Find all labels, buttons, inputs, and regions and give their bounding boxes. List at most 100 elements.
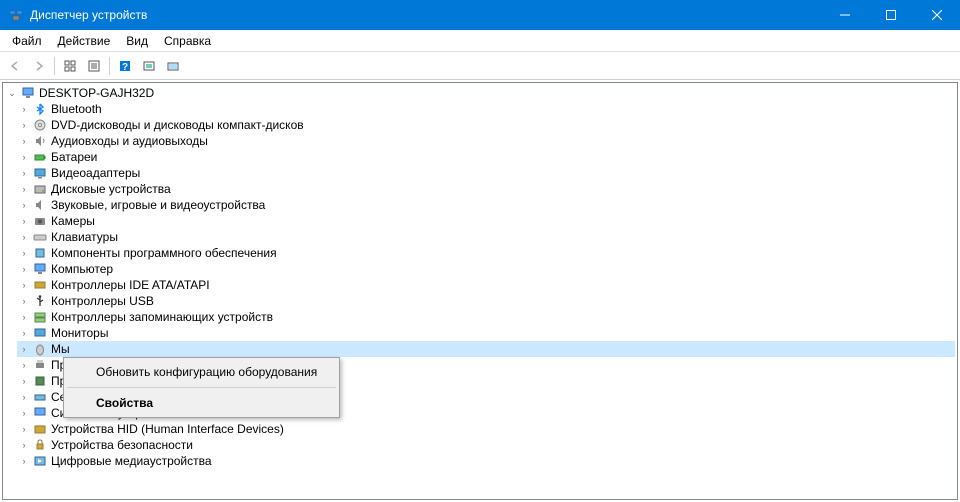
tree-root-label: DESKTOP-GAJH32D bbox=[39, 85, 154, 101]
forward-button[interactable] bbox=[28, 55, 50, 77]
tree-item-usb-controllers[interactable]: › Контроллеры USB bbox=[17, 293, 955, 309]
expand-icon[interactable]: › bbox=[17, 374, 31, 388]
network-icon bbox=[32, 389, 48, 405]
monitor-icon bbox=[32, 325, 48, 341]
tree-item-monitors[interactable]: › Мониторы bbox=[17, 325, 955, 341]
tree-root[interactable]: ⌄ DESKTOP-GAJH32D bbox=[5, 85, 955, 101]
show-hidden-button[interactable] bbox=[59, 55, 81, 77]
app-icon bbox=[8, 7, 24, 23]
disc-icon bbox=[32, 117, 48, 133]
tree-item-hid[interactable]: › Устройства HID (Human Interface Devices… bbox=[17, 421, 955, 437]
tree-item-dvd[interactable]: ›DVD-дисководы и дисководы компакт-диско… bbox=[17, 117, 955, 133]
pc-icon bbox=[32, 261, 48, 277]
tree-item-label: Bluetooth bbox=[51, 101, 102, 117]
scan-button[interactable] bbox=[138, 55, 160, 77]
tree-item-digital-media[interactable]: › Цифровые медиаустройства bbox=[17, 453, 955, 469]
expand-icon[interactable]: › bbox=[17, 278, 31, 292]
expand-icon[interactable]: › bbox=[17, 166, 31, 180]
context-menu-refresh[interactable]: Обновить конфигурацию оборудования bbox=[66, 360, 337, 384]
context-menu-separator bbox=[67, 387, 336, 388]
expand-icon[interactable]: › bbox=[17, 294, 31, 308]
menu-view[interactable]: Вид bbox=[118, 32, 156, 50]
computer-icon bbox=[20, 85, 36, 101]
tree-item-label: Мы bbox=[51, 341, 70, 357]
tree-item-security-devices[interactable]: › Устройства безопасности bbox=[17, 437, 955, 453]
expand-icon[interactable]: › bbox=[17, 118, 31, 132]
component-icon bbox=[32, 245, 48, 261]
tree-item-label: Батареи bbox=[51, 149, 97, 165]
tree-item-cameras[interactable]: › Камеры bbox=[17, 213, 955, 229]
tree-item-label: Компоненты программного обеспечения bbox=[51, 245, 277, 261]
tree-item-mice[interactable]: › Мы bbox=[17, 341, 955, 357]
tree-item-label: Камеры bbox=[51, 213, 95, 229]
tree-item-keyboards[interactable]: ›Клавиатуры bbox=[17, 229, 955, 245]
titlebar-buttons bbox=[822, 0, 960, 30]
maximize-button[interactable] bbox=[868, 0, 914, 30]
device-tree-panel: ⌄ DESKTOP-GAJH32D › Bluetooth ›DVD-дисков… bbox=[2, 82, 958, 500]
expand-icon[interactable]: › bbox=[17, 422, 31, 436]
toolbar-separator bbox=[109, 57, 110, 75]
expand-icon[interactable]: › bbox=[17, 406, 31, 420]
expand-icon[interactable]: › bbox=[17, 358, 31, 372]
expand-icon[interactable]: › bbox=[17, 454, 31, 468]
menu-action[interactable]: Действие bbox=[50, 32, 119, 50]
tree-item-batteries[interactable]: › Батареи bbox=[17, 149, 955, 165]
expand-icon[interactable]: › bbox=[17, 326, 31, 340]
expand-icon[interactable]: ⌄ bbox=[5, 86, 19, 100]
tree-item-label: Звуковые, игровые и видеоустройства bbox=[51, 197, 265, 213]
expand-icon[interactable]: › bbox=[17, 230, 31, 244]
expand-icon[interactable]: › bbox=[17, 438, 31, 452]
keyboard-icon bbox=[32, 229, 48, 245]
close-button[interactable] bbox=[914, 0, 960, 30]
tree-item-software-components[interactable]: › Компоненты программного обеспечения bbox=[17, 245, 955, 261]
mouse-icon bbox=[32, 341, 48, 357]
svg-text:?: ? bbox=[122, 62, 128, 73]
disk-icon bbox=[32, 181, 48, 197]
expand-icon[interactable]: › bbox=[17, 182, 31, 196]
minimize-button[interactable] bbox=[822, 0, 868, 30]
tree-item-label: Цифровые медиаустройства bbox=[51, 453, 212, 469]
properties-button[interactable] bbox=[83, 55, 105, 77]
tree-item-bluetooth[interactable]: › Bluetooth bbox=[17, 101, 955, 117]
menu-help[interactable]: Справка bbox=[156, 32, 219, 50]
tree-item-computer[interactable]: › Компьютер bbox=[17, 261, 955, 277]
expand-icon[interactable]: › bbox=[17, 262, 31, 276]
expand-icon[interactable]: › bbox=[17, 150, 31, 164]
back-button[interactable] bbox=[4, 55, 26, 77]
cpu-icon bbox=[32, 373, 48, 389]
expand-icon[interactable]: › bbox=[17, 214, 31, 228]
expand-icon[interactable]: › bbox=[17, 102, 31, 116]
tree-item-label: Контроллеры IDE ATA/ATAPI bbox=[51, 277, 210, 293]
expand-icon[interactable]: › bbox=[17, 310, 31, 324]
tree-item-label: Устройства HID (Human Interface Devices) bbox=[51, 421, 284, 437]
tree-item-storage-controllers[interactable]: › Контроллеры запоминающих устройств bbox=[17, 309, 955, 325]
tree-item-audio-io[interactable]: › Аудиовходы и аудиовыходы bbox=[17, 133, 955, 149]
tree-item-label: Видеоадаптеры bbox=[51, 165, 140, 181]
tree-item-label: Аудиовходы и аудиовыходы bbox=[51, 133, 208, 149]
tree-item-label: Контроллеры USB bbox=[51, 293, 154, 309]
bluetooth-icon bbox=[32, 101, 48, 117]
toolbar-separator bbox=[54, 57, 55, 75]
expand-icon[interactable]: › bbox=[17, 134, 31, 148]
tree-item-disk-drives[interactable]: ›Дисковые устройства bbox=[17, 181, 955, 197]
context-menu-properties[interactable]: Свойства bbox=[66, 391, 337, 415]
tree-item-label: Компьютер bbox=[51, 261, 113, 277]
help-button[interactable]: ? bbox=[114, 55, 136, 77]
expand-icon[interactable]: › bbox=[17, 342, 31, 356]
security-icon bbox=[32, 437, 48, 453]
system-icon bbox=[32, 405, 48, 421]
expand-icon[interactable]: › bbox=[17, 246, 31, 260]
context-menu: Обновить конфигурацию оборудования Свойс… bbox=[63, 357, 340, 418]
controller-icon bbox=[32, 277, 48, 293]
tree-item-display-adapters[interactable]: › Видеоадаптеры bbox=[17, 165, 955, 181]
menu-file[interactable]: Файл bbox=[4, 32, 50, 50]
tree-item-label: Мониторы bbox=[51, 325, 108, 341]
tree-item-label: Контроллеры запоминающих устройств bbox=[51, 309, 273, 325]
tree-item-label: Устройства безопасности bbox=[51, 437, 193, 453]
camera-icon bbox=[32, 213, 48, 229]
view-button[interactable] bbox=[162, 55, 184, 77]
tree-item-sound-video-game[interactable]: › Звуковые, игровые и видеоустройства bbox=[17, 197, 955, 213]
expand-icon[interactable]: › bbox=[17, 390, 31, 404]
tree-item-ide-atapi[interactable]: › Контроллеры IDE ATA/ATAPI bbox=[17, 277, 955, 293]
expand-icon[interactable]: › bbox=[17, 198, 31, 212]
